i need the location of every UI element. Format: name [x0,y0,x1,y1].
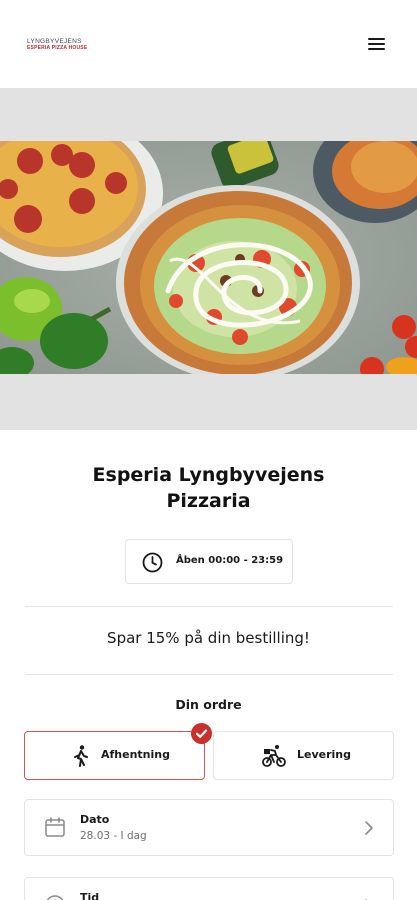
selected-check-icon [191,723,212,744]
divider [25,606,393,607]
clock-icon [142,552,163,573]
discount-promo: Spar 15% på din bestilling! [107,629,310,647]
brand-logo[interactable]: LYNGBYVEJENS ESPERIA PIZZA HOUSE [27,38,89,52]
top-bar: LYNGBYVEJENS ESPERIA PIZZA HOUSE [0,0,417,88]
store-name: Esperia Lyngbyvejens Pizzaria [20,462,397,514]
store-name-line1: Esperia Lyngbyvejens [92,464,325,486]
calendar-icon [45,817,65,837]
bicycle-courier-icon [262,745,286,767]
date-value: 28.03 - I dag [80,830,147,842]
delivery-option-button[interactable]: Levering [213,731,394,780]
opening-hours-text: Åben 00:00 - 23:59 [176,555,284,566]
divider [25,674,393,675]
pickup-option-button[interactable]: Afhentning [24,731,205,780]
date-selector[interactable]: Dato 28.03 - I dag [24,799,394,856]
store-name-line2: Pizzaria [166,490,251,512]
order-section-label: Din ordre [175,697,242,712]
clock-icon [46,895,64,900]
time-selector[interactable]: Tid [24,877,394,900]
opening-hours-badge[interactable]: Åben 00:00 - 23:59 [125,539,293,584]
hamburger-menu-icon[interactable] [367,36,387,52]
time-title: Tid [80,891,100,900]
delivery-option-label: Levering [297,748,352,761]
logo-text-line2: ESPERIA PIZZA HOUSE [27,45,88,51]
date-title: Dato [80,813,110,826]
logo-text-line1: LYNGBYVEJENS [27,38,82,45]
walking-person-icon [74,745,88,767]
chevron-right-icon [365,821,373,835]
hero-banner [0,88,417,430]
pizza-photo [0,141,417,374]
pickup-option-label: Afhentning [101,748,170,761]
